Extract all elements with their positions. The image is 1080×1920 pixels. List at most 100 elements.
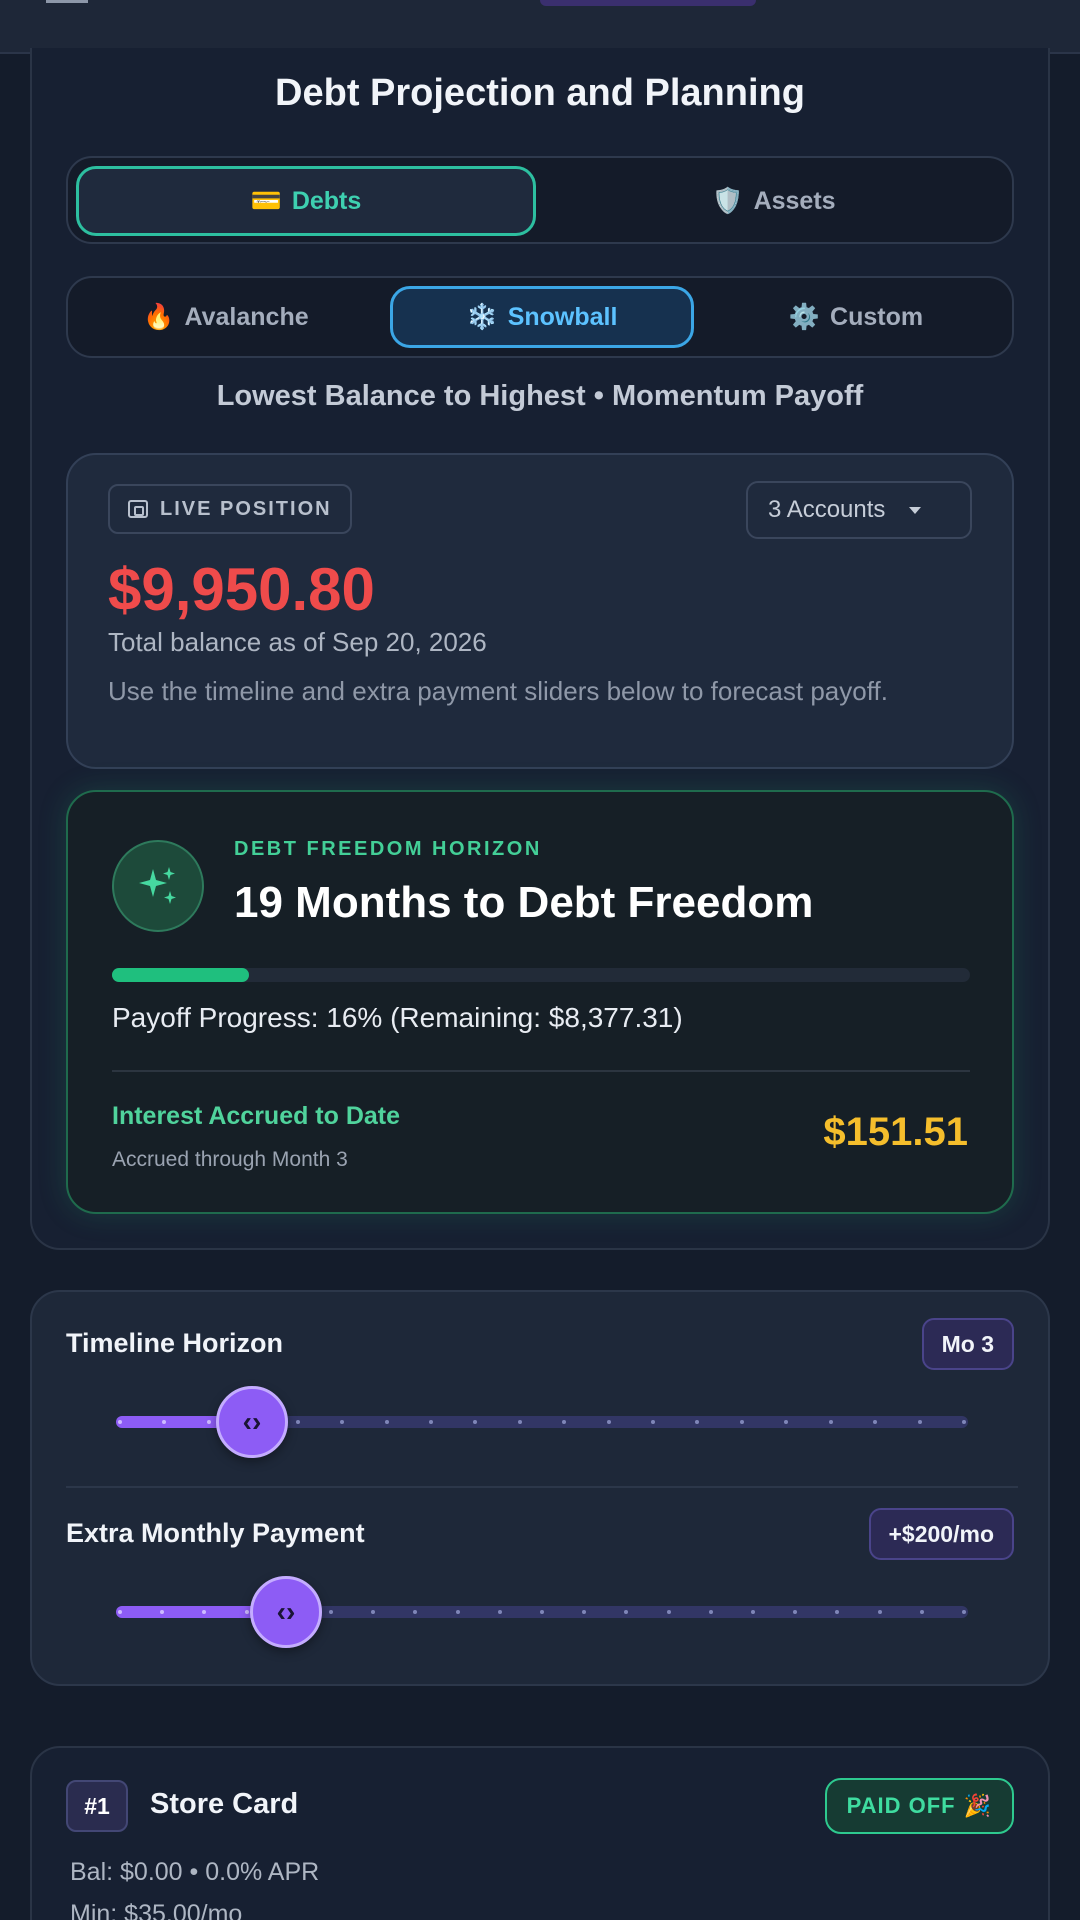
accounts-dropdown[interactable]: 3 Accounts [746, 481, 972, 539]
party-popper-icon: 🎉 [963, 1793, 992, 1818]
debt-freedom-card: DEBT FREEDOM HORIZON 19 Months to Debt F… [66, 790, 1014, 1214]
tab-avalanche[interactable]: 🔥 Avalanche [76, 286, 376, 348]
paid-off-badge: PAID OFF 🎉 [824, 1778, 1014, 1834]
sliders-card: Timeline Horizon Mo 3 ‹› Extra Monthly P… [30, 1290, 1050, 1686]
slider-tick [624, 1610, 628, 1614]
slider-tick [918, 1420, 922, 1424]
live-position-label: LIVE POSITION [160, 497, 332, 520]
freedom-headline: 19 Months to Debt Freedom [234, 878, 814, 927]
slider-tick [582, 1610, 586, 1614]
payoff-progress-bar [112, 968, 970, 982]
slider-tick [456, 1610, 460, 1614]
tab-avalanche-label: Avalanche [184, 302, 309, 331]
fire-icon: 🔥 [143, 302, 175, 331]
slider-tick [607, 1420, 611, 1424]
slider-tick [709, 1610, 713, 1614]
slider-tick [385, 1420, 389, 1424]
debt-rank: #1 [66, 1780, 128, 1832]
freedom-horizon-label: DEBT FREEDOM HORIZON [234, 838, 542, 860]
extra-payment-slider-thumb[interactable]: ‹› [250, 1576, 322, 1648]
timeline-label: Timeline Horizon [66, 1328, 284, 1358]
credit-card-icon: 💳 [250, 186, 282, 215]
slider-tick [160, 1610, 164, 1614]
accounts-dropdown-value: 3 Accounts [768, 496, 886, 523]
divider [112, 1070, 970, 1072]
shield-icon: 🛡️ [712, 186, 744, 215]
slider-tick [473, 1420, 477, 1424]
live-position-badge: LIVE POSITION [108, 484, 352, 534]
payoff-progress-text: Payoff Progress: 16% (Remaining: $8,377.… [112, 1002, 683, 1033]
slider-tick [651, 1420, 655, 1424]
slider-tick [962, 1610, 966, 1614]
debt-minimum-payment: Min: $35.00/mo [70, 1900, 243, 1920]
interest-amount: $151.51 [823, 1110, 968, 1154]
wallet-icon [128, 500, 148, 518]
slider-tick [829, 1420, 833, 1424]
category-tabs: 💳 Debts 🛡️ Assets [66, 156, 1014, 244]
slider-tick [296, 1420, 300, 1424]
chevron-down-icon [909, 506, 922, 514]
slider-tick [835, 1610, 839, 1614]
slider-tick [784, 1420, 788, 1424]
slider-tick [371, 1610, 375, 1614]
payoff-progress-fill [112, 968, 250, 982]
interest-label: Interest Accrued to Date [112, 1102, 401, 1130]
extra-payment-slider[interactable]: ‹› [116, 1576, 968, 1648]
slider-tick [667, 1610, 671, 1614]
slider-tick [162, 1420, 166, 1424]
slider-tick [695, 1420, 699, 1424]
slider-tick [340, 1420, 344, 1424]
strategy-tabs: 🔥 Avalanche ❄️ Snowball ⚙️ Custom [66, 276, 1014, 358]
debt-card[interactable]: #1 Store Card PAID OFF 🎉 Bal: $0.00 • 0.… [30, 1746, 1050, 1920]
slider-tick [518, 1420, 522, 1424]
slider-tick [562, 1420, 566, 1424]
debt-balance-apr: Bal: $0.00 • 0.0% APR [70, 1858, 320, 1886]
balance-as-of: Total balance as of Sep 20, 2026 [108, 627, 487, 657]
tab-custom[interactable]: ⚙️ Custom [706, 286, 1006, 348]
slider-tick [540, 1610, 544, 1614]
interest-subtext: Accrued through Month 3 [112, 1148, 348, 1171]
tab-snowball[interactable]: ❄️ Snowball [390, 286, 694, 348]
menu-icon[interactable] [46, 0, 88, 3]
slider-tick [878, 1610, 882, 1614]
tab-debts-label: Debts [291, 186, 362, 215]
snowflake-icon: ❄️ [466, 302, 498, 331]
slider-tick [751, 1610, 755, 1614]
slider-tick [429, 1420, 433, 1424]
slider-tick [793, 1610, 797, 1614]
total-balance: $9,950.80 [108, 556, 375, 623]
tab-debts[interactable]: 💳 Debts [76, 166, 536, 236]
slider-tick [202, 1610, 206, 1614]
timeline-value-badge: Mo 3 [921, 1318, 1014, 1370]
timeline-slider-thumb[interactable]: ‹› [216, 1386, 288, 1458]
extra-payment-value-badge: +$200/mo [868, 1508, 1014, 1560]
tab-assets-label: Assets [753, 186, 836, 215]
strategy-description: Lowest Balance to Highest • Momentum Pay… [216, 380, 864, 412]
debt-name: Store Card [150, 1788, 299, 1820]
slider-tick [740, 1420, 744, 1424]
divider [66, 1486, 1018, 1488]
live-position-card: LIVE POSITION 3 Accounts $9,950.80 Total… [66, 453, 1014, 769]
paid-off-label: PAID OFF [846, 1793, 956, 1818]
page-title: Debt Projection and Planning [275, 72, 805, 114]
slider-tick [329, 1610, 333, 1614]
tab-custom-label: Custom [830, 302, 924, 331]
forecast-hint: Use the timeline and extra payment slide… [108, 676, 888, 706]
slider-tick [873, 1420, 877, 1424]
top-app-bar [0, 0, 1080, 54]
slider-tick [118, 1420, 122, 1424]
extra-payment-label: Extra Monthly Payment [66, 1518, 365, 1548]
slider-tick [920, 1610, 924, 1614]
slider-tick [207, 1420, 211, 1424]
slider-tick [245, 1610, 249, 1614]
slider-tick [962, 1420, 966, 1424]
slider-tick [413, 1610, 417, 1614]
top-tab-indicator [540, 0, 756, 6]
slider-tick [498, 1610, 502, 1614]
timeline-slider[interactable]: ‹› [116, 1386, 968, 1458]
gear-icon: ⚙️ [788, 302, 821, 331]
tab-snowball-label: Snowball [507, 302, 618, 331]
tab-assets[interactable]: 🛡️ Assets [544, 166, 1004, 236]
slider-tick [118, 1610, 122, 1614]
sparkles-icon [112, 840, 204, 932]
